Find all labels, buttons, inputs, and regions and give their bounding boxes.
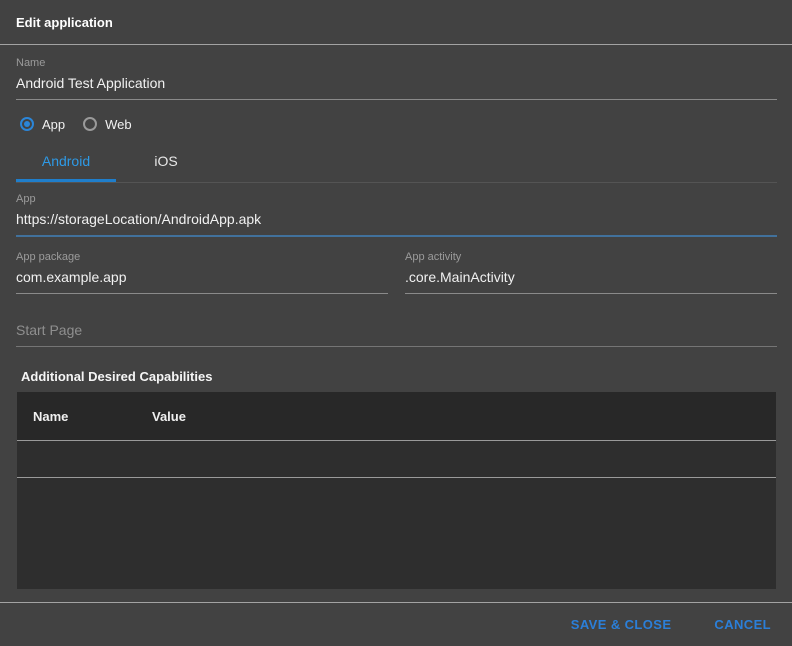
column-header-name: Name	[33, 408, 69, 424]
dialog-title: Edit application	[16, 14, 113, 30]
dialog-header: Edit application	[0, 0, 792, 45]
app-activity-label: App activity	[405, 251, 462, 263]
name-input[interactable]	[16, 73, 777, 100]
app-field-group: App	[16, 193, 777, 237]
radio-app[interactable]: App	[20, 117, 65, 132]
name-field-group: Name	[16, 57, 777, 100]
save-close-button[interactable]: SAVE & CLOSE	[571, 611, 672, 638]
capabilities-table-body	[17, 477, 776, 589]
package-activity-row: App package App activity	[16, 251, 777, 294]
radio-web-label: Web	[105, 116, 132, 132]
capabilities-table-header: Name Value	[17, 392, 776, 440]
radio-app-label: App	[42, 116, 66, 132]
app-input[interactable]	[16, 209, 777, 237]
radio-unselected-icon	[83, 117, 98, 131]
capabilities-heading: Additional Desired Capabilities	[21, 369, 213, 384]
app-label: App	[16, 193, 36, 205]
start-page-input[interactable]	[16, 320, 777, 347]
tab-android[interactable]: Android	[16, 144, 116, 182]
app-package-field-group: App package	[16, 251, 388, 294]
edit-application-dialog: Edit application Name App Web Android iO…	[0, 0, 792, 646]
tab-ios[interactable]: iOS	[116, 144, 216, 182]
app-type-radio-group: App Web	[16, 116, 777, 132]
platform-tabs: Android iOS	[16, 144, 777, 183]
name-label: Name	[16, 57, 46, 69]
radio-web[interactable]: Web	[83, 117, 132, 132]
start-page-field-group	[16, 320, 777, 347]
radio-selected-icon	[20, 117, 34, 131]
app-activity-field-group: App activity	[405, 251, 777, 294]
dialog-footer: SAVE & CLOSE CANCEL	[0, 602, 792, 646]
app-package-input[interactable]	[16, 267, 388, 294]
capabilities-table: Name Value	[17, 392, 776, 589]
dialog-body: Name App Web Android iOS App App package	[0, 45, 792, 602]
cancel-button[interactable]: CANCEL	[714, 611, 771, 638]
column-header-value: Value	[152, 408, 186, 424]
app-package-label: App package	[16, 251, 81, 263]
app-activity-input[interactable]	[405, 267, 777, 294]
capabilities-empty-row[interactable]	[17, 440, 776, 477]
